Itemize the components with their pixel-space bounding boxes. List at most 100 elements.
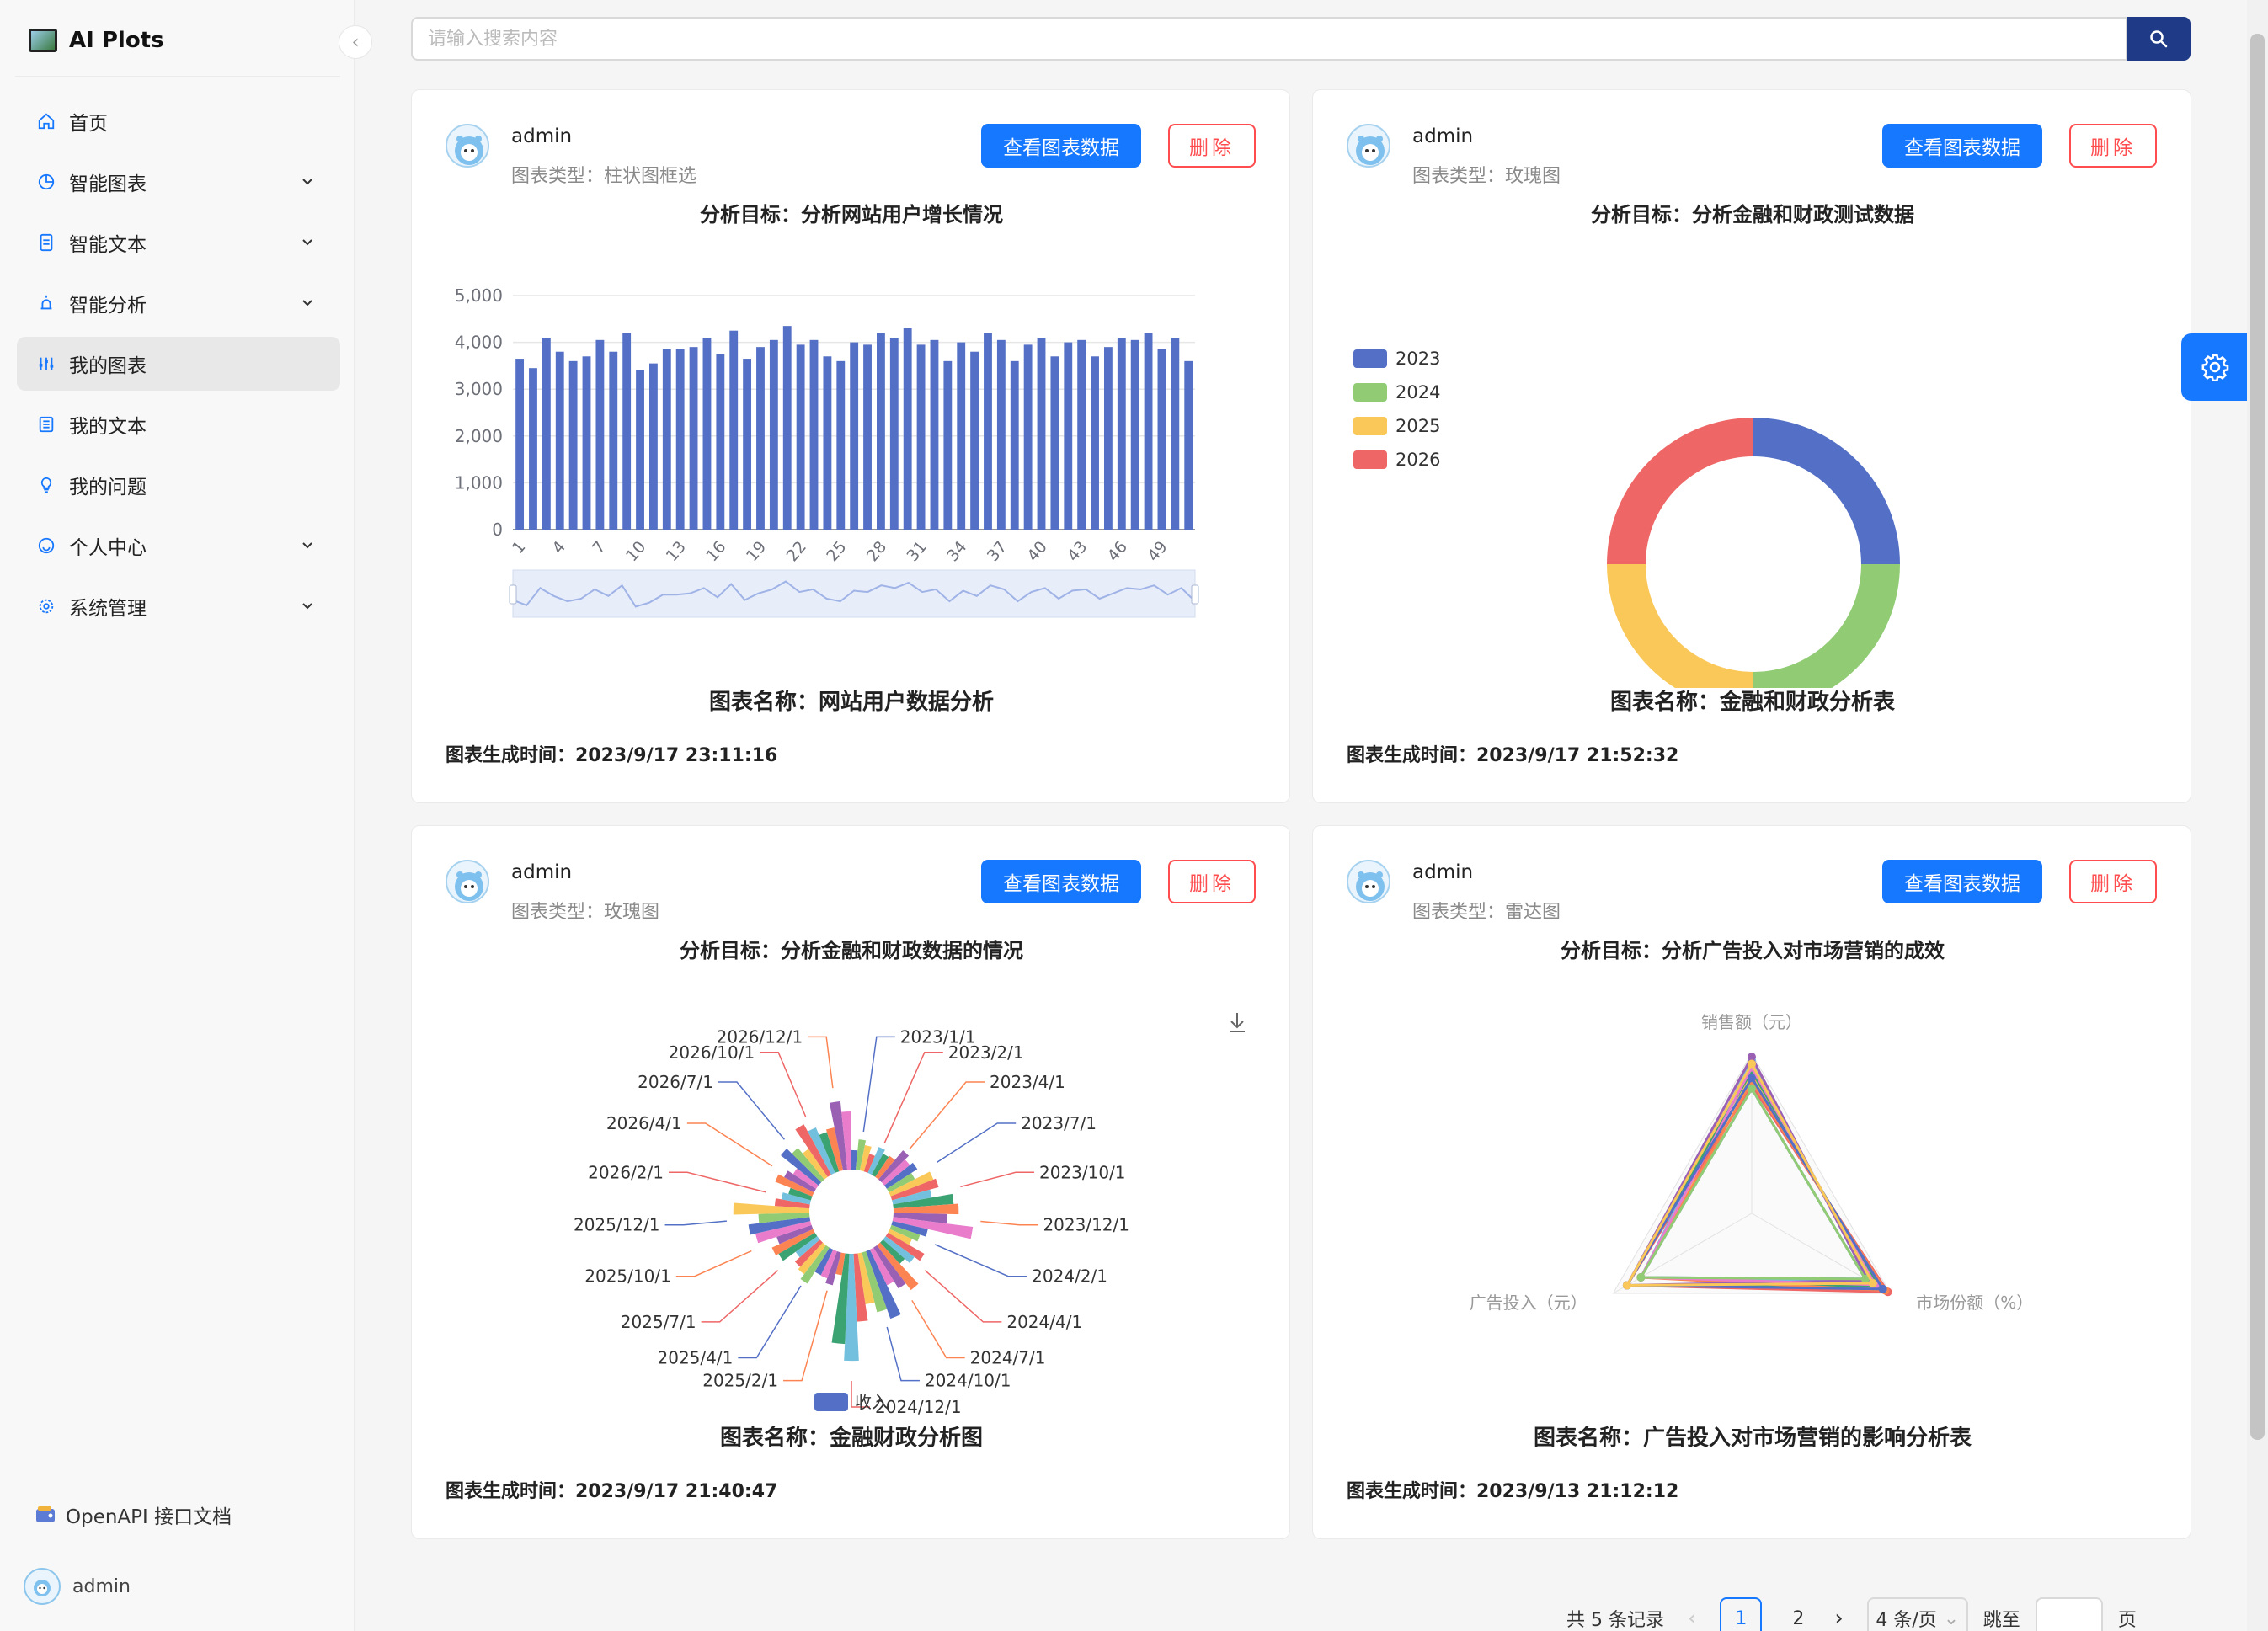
pie-slice (1607, 418, 1753, 564)
view-chart-data-button[interactable]: 查看图表数据 (1882, 860, 2042, 903)
rose-label: 2025/12/1 (574, 1215, 660, 1235)
divider (15, 76, 340, 77)
view-chart-data-button[interactable]: 查看图表数据 (981, 860, 1141, 903)
label-leader-line (718, 1081, 785, 1140)
delete-button[interactable]: 删除 (1168, 860, 1256, 903)
sidebar-item-7[interactable]: 个人中心 (17, 519, 340, 573)
bar (823, 356, 832, 530)
y-tick-label: 4,000 (455, 333, 503, 353)
bar (689, 347, 698, 530)
x-tick-label: 49 (1144, 538, 1171, 566)
chart-area[interactable]: 2023/1/12023/2/12023/4/12023/7/12023/10/… (429, 969, 1274, 1424)
next-page-button[interactable]: › (1834, 1606, 1843, 1631)
pie-slice (1607, 564, 1753, 688)
label-leader-line (664, 1220, 727, 1226)
bar (649, 363, 658, 530)
collapse-sidebar-button[interactable]: ‹ (339, 25, 372, 59)
pie-slice (1753, 418, 1900, 564)
card-chart-type: 图表类型：玫瑰图 (511, 902, 660, 923)
x-tick-label: 31 (904, 538, 931, 566)
legend-label: 2026 (1395, 450, 1440, 470)
label-leader-line (686, 1122, 773, 1167)
bar (984, 333, 992, 530)
sidebar-item-2[interactable]: 智能文本 (17, 216, 340, 269)
chart-card: admin 图表类型：玫瑰图 查看图表数据 删除 分析目标：分析金融和财政数据的… (411, 825, 1290, 1539)
legend-label: 2024 (1395, 382, 1440, 402)
bar (555, 351, 564, 530)
sidebar-item-0[interactable]: 首页 (17, 94, 340, 148)
openapi-docs-link[interactable]: OpenAPI 接口文档 (35, 1500, 232, 1529)
home-icon (37, 112, 56, 131)
page-1-button[interactable]: 1 (1720, 1597, 1763, 1631)
delete-button[interactable]: 删除 (2069, 860, 2157, 903)
bar (1117, 338, 1126, 530)
jump-page-input[interactable] (2035, 1597, 2103, 1631)
delete-button[interactable]: 删除 (1168, 124, 1256, 168)
view-chart-data-button[interactable]: 查看图表数据 (981, 124, 1141, 168)
page-size-select[interactable]: 4 条/页 ⌄ (1866, 1597, 1968, 1631)
rose-label: 2026/4/1 (606, 1113, 682, 1133)
sidebar-item-4[interactable]: 我的图表 (17, 337, 340, 391)
bar (609, 351, 618, 530)
sidebar: AI Plots 首页智能图表智能文本智能分析我的图表我的文本我的问题个人中心系… (0, 0, 355, 1631)
radar-indicator-label: 市场份额（%） (1916, 1293, 2033, 1313)
chart-logo-icon (29, 29, 57, 52)
chevron-down-icon (300, 232, 315, 254)
user-profile[interactable]: admin (24, 1568, 131, 1605)
delete-button[interactable]: 删除 (2069, 124, 2157, 168)
bar (1104, 347, 1113, 530)
x-tick-label: 25 (823, 538, 850, 566)
label-leader-line (936, 1122, 1017, 1164)
chevron-down-icon: ⌄ (1943, 1607, 1960, 1629)
page-2-button[interactable]: 2 (1777, 1597, 1819, 1631)
chart-area[interactable]: 2023 2024 2025 2026 (1330, 233, 2175, 688)
card-generated-time: 图表生成时间：2023/9/17 23:11:16 (446, 745, 778, 766)
bar (877, 333, 885, 530)
radar-point (1868, 1279, 1877, 1288)
app-logo[interactable]: AI Plots (29, 24, 164, 57)
chevron-down-icon (300, 536, 315, 557)
x-tick-label: 7 (589, 538, 610, 557)
total-records: 共 5 条记录 (1566, 1610, 1664, 1631)
legend-swatch (1353, 450, 1387, 469)
bar (930, 339, 939, 530)
y-tick-label: 1,000 (455, 472, 503, 493)
bar (782, 326, 792, 530)
prev-page-button[interactable]: ‹ (1688, 1606, 1696, 1631)
rose-label: 2025/10/1 (584, 1266, 671, 1287)
card-analysis-goal: 分析目标：分析金融和财政测试数据 (1591, 203, 1914, 227)
rose-label: 2023/4/1 (990, 1072, 1065, 1092)
sidebar-item-5[interactable]: 我的文本 (17, 397, 340, 451)
data-zoom-left-handle (509, 584, 517, 605)
search-input[interactable] (411, 17, 2127, 61)
card-analysis-goal: 分析目标：分析金融和财政数据的情况 (680, 939, 1023, 962)
chart-card: admin 图表类型：雷达图 查看图表数据 删除 分析目标：分析广告投入对市场营… (1312, 825, 2191, 1539)
chevron-down-icon (300, 596, 315, 618)
card-user-name: admin (1412, 125, 1474, 147)
radar-indicator-label: 广告投入（元） (1470, 1293, 1588, 1313)
bar (529, 368, 537, 530)
radar-indicator-label: 销售额（元） (1701, 1012, 1802, 1032)
sidebar-item-6[interactable]: 我的问题 (17, 458, 340, 512)
sidebar-item-3[interactable]: 智能分析 (17, 276, 340, 330)
legend-swatch (1353, 349, 1387, 368)
bar (970, 351, 979, 530)
chart-area[interactable]: 销售额（元） 市场份额（%） 广告投入（元） (1330, 969, 2175, 1424)
sidebar-menu: 首页智能图表智能文本智能分析我的图表我的文本我的问题个人中心系统管理 (17, 94, 340, 640)
sidebar-item-1[interactable]: 智能图表 (17, 155, 340, 209)
x-tick-label: 28 (863, 538, 890, 566)
legend-swatch (814, 1393, 848, 1411)
chart-area[interactable]: 0 1,000 2,000 3,000 4,000 5,000 1 4 7 10 13 16 19 22 2… (429, 233, 1274, 688)
search-button[interactable] (2127, 17, 2191, 61)
view-chart-data-button[interactable]: 查看图表数据 (1882, 124, 2042, 168)
download-icon[interactable] (1230, 1013, 1245, 1032)
chart-card: admin 图表类型：玫瑰图 查看图表数据 删除 分析目标：分析金融和财政测试数… (1312, 89, 2191, 803)
label-leader-line (701, 1270, 779, 1323)
rose-label: 2025/7/1 (621, 1312, 696, 1332)
scrollbar-thumb[interactable] (2250, 34, 2265, 1440)
x-tick-label: 19 (743, 538, 770, 566)
sidebar-item-8[interactable]: 系统管理 (17, 579, 340, 633)
rose-label: 2024/2/1 (1032, 1266, 1107, 1287)
label-leader-line (883, 1052, 943, 1143)
page-suffix: 页 (2117, 1610, 2137, 1631)
